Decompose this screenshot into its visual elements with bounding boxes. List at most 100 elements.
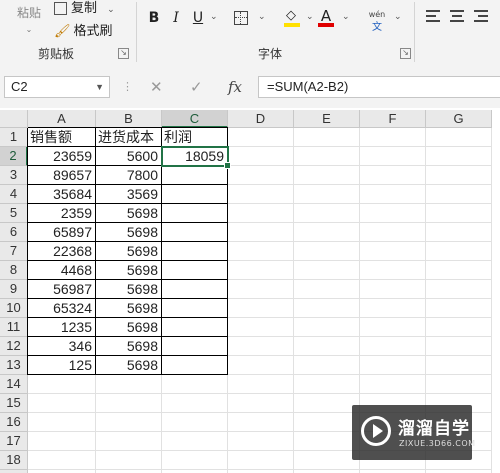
cell-g8[interactable] [426, 261, 492, 280]
row-header-14[interactable]: 14 [0, 375, 28, 394]
cell-b17[interactable] [96, 432, 162, 451]
more-options-icon[interactable]: ⋮ [122, 80, 133, 93]
cell-d8[interactable] [228, 261, 294, 280]
cell-d9[interactable] [228, 280, 294, 299]
italic-button[interactable]: I [168, 8, 184, 28]
cell-d10[interactable] [228, 299, 294, 318]
row-header-9[interactable]: 9 [0, 280, 28, 299]
cell-g11[interactable] [426, 318, 492, 337]
cell-c1[interactable]: 利润 [162, 128, 228, 147]
cell-a18[interactable] [28, 451, 96, 470]
cell-a8[interactable]: 4468 [28, 261, 96, 280]
row-header-3[interactable]: 3 [0, 166, 28, 185]
row-header-15[interactable]: 15 [0, 394, 28, 413]
cell-f4[interactable] [360, 185, 426, 204]
cell-b1[interactable]: 进货成本 [96, 128, 162, 147]
cell-g9[interactable] [426, 280, 492, 299]
cell-b5[interactable]: 5698 [96, 204, 162, 223]
cell-e15[interactable] [294, 394, 360, 413]
column-header-b[interactable]: B [96, 110, 162, 128]
enter-icon[interactable]: ✓ [190, 78, 203, 96]
cell-c3[interactable] [162, 166, 228, 185]
cell-a16[interactable] [28, 413, 96, 432]
column-header-g[interactable]: G [426, 110, 492, 128]
cell-f5[interactable] [360, 204, 426, 223]
cell-d16[interactable] [228, 413, 294, 432]
cell-g7[interactable] [426, 242, 492, 261]
cell-b14[interactable] [96, 375, 162, 394]
cell-g3[interactable] [426, 166, 492, 185]
cell-b3[interactable]: 7800 [96, 166, 162, 185]
cell-c15[interactable] [162, 394, 228, 413]
cell-g12[interactable] [426, 337, 492, 356]
cell-a4[interactable]: 35684 [28, 185, 96, 204]
chevron-down-icon[interactable]: ⌄ [394, 12, 402, 22]
column-header-a[interactable]: A [28, 110, 96, 128]
row-header-1[interactable]: 1 [0, 128, 28, 147]
cell-g14[interactable] [426, 375, 492, 394]
row-header-10[interactable]: 10 [0, 299, 28, 318]
cell-c17[interactable] [162, 432, 228, 451]
chevron-down-icon[interactable]: ⌄ [342, 12, 350, 22]
cell-e18[interactable] [294, 451, 360, 470]
row-header-4[interactable]: 4 [0, 185, 28, 204]
cell-d13[interactable] [228, 356, 294, 375]
row-header-2[interactable]: 2 [0, 147, 28, 166]
cell-f10[interactable] [360, 299, 426, 318]
cell-c2[interactable]: 18059 [161, 146, 229, 167]
column-header-f[interactable]: F [360, 110, 426, 128]
cell-d12[interactable] [228, 337, 294, 356]
cell-e13[interactable] [294, 356, 360, 375]
column-header-c[interactable]: C [162, 110, 228, 128]
row-header-8[interactable]: 8 [0, 261, 28, 280]
cell-e2[interactable] [294, 147, 360, 166]
cell-d18[interactable] [228, 451, 294, 470]
chevron-down-icon[interactable]: ▼ [95, 77, 104, 97]
cell-d11[interactable] [228, 318, 294, 337]
cell-f13[interactable] [360, 356, 426, 375]
cell-a17[interactable] [28, 432, 96, 451]
cell-b16[interactable] [96, 413, 162, 432]
cell-e17[interactable] [294, 432, 360, 451]
cell-d3[interactable] [228, 166, 294, 185]
cell-g2[interactable] [426, 147, 492, 166]
cell-f9[interactable] [360, 280, 426, 299]
cell-e7[interactable] [294, 242, 360, 261]
cell-g10[interactable] [426, 299, 492, 318]
fill-handle[interactable] [224, 162, 231, 169]
cell-b4[interactable]: 3569 [96, 185, 162, 204]
row-header-12[interactable]: 12 [0, 337, 28, 356]
cell-c9[interactable] [162, 280, 228, 299]
row-header-6[interactable]: 6 [0, 223, 28, 242]
cell-c4[interactable] [162, 185, 228, 204]
cell-a13[interactable]: 125 [28, 356, 96, 375]
cell-b6[interactable]: 5698 [96, 223, 162, 242]
cell-c12[interactable] [162, 337, 228, 356]
row-header-5[interactable]: 5 [0, 204, 28, 223]
cell-f7[interactable] [360, 242, 426, 261]
cell-c6[interactable] [162, 223, 228, 242]
cell-d7[interactable] [228, 242, 294, 261]
name-box[interactable]: C2 ▼ [4, 76, 110, 98]
cell-d15[interactable] [228, 394, 294, 413]
cell-c16[interactable] [162, 413, 228, 432]
cell-f3[interactable] [360, 166, 426, 185]
cell-e9[interactable] [294, 280, 360, 299]
cell-b18[interactable] [96, 451, 162, 470]
cell-f12[interactable] [360, 337, 426, 356]
cell-b15[interactable] [96, 394, 162, 413]
cell-b11[interactable]: 5698 [96, 318, 162, 337]
cell-d17[interactable] [228, 432, 294, 451]
cell-e12[interactable] [294, 337, 360, 356]
cell-e14[interactable] [294, 375, 360, 394]
select-all-corner[interactable] [0, 110, 28, 128]
align-center-icon[interactable] [450, 10, 464, 22]
bold-button[interactable]: B [146, 8, 162, 28]
cell-a9[interactable]: 56987 [28, 280, 96, 299]
row-header-16[interactable]: 16 [0, 413, 28, 432]
cell-f8[interactable] [360, 261, 426, 280]
cell-d2[interactable] [228, 147, 294, 166]
cell-d6[interactable] [228, 223, 294, 242]
row-header-18[interactable]: 18 [0, 451, 28, 470]
cell-f1[interactable] [360, 128, 426, 147]
